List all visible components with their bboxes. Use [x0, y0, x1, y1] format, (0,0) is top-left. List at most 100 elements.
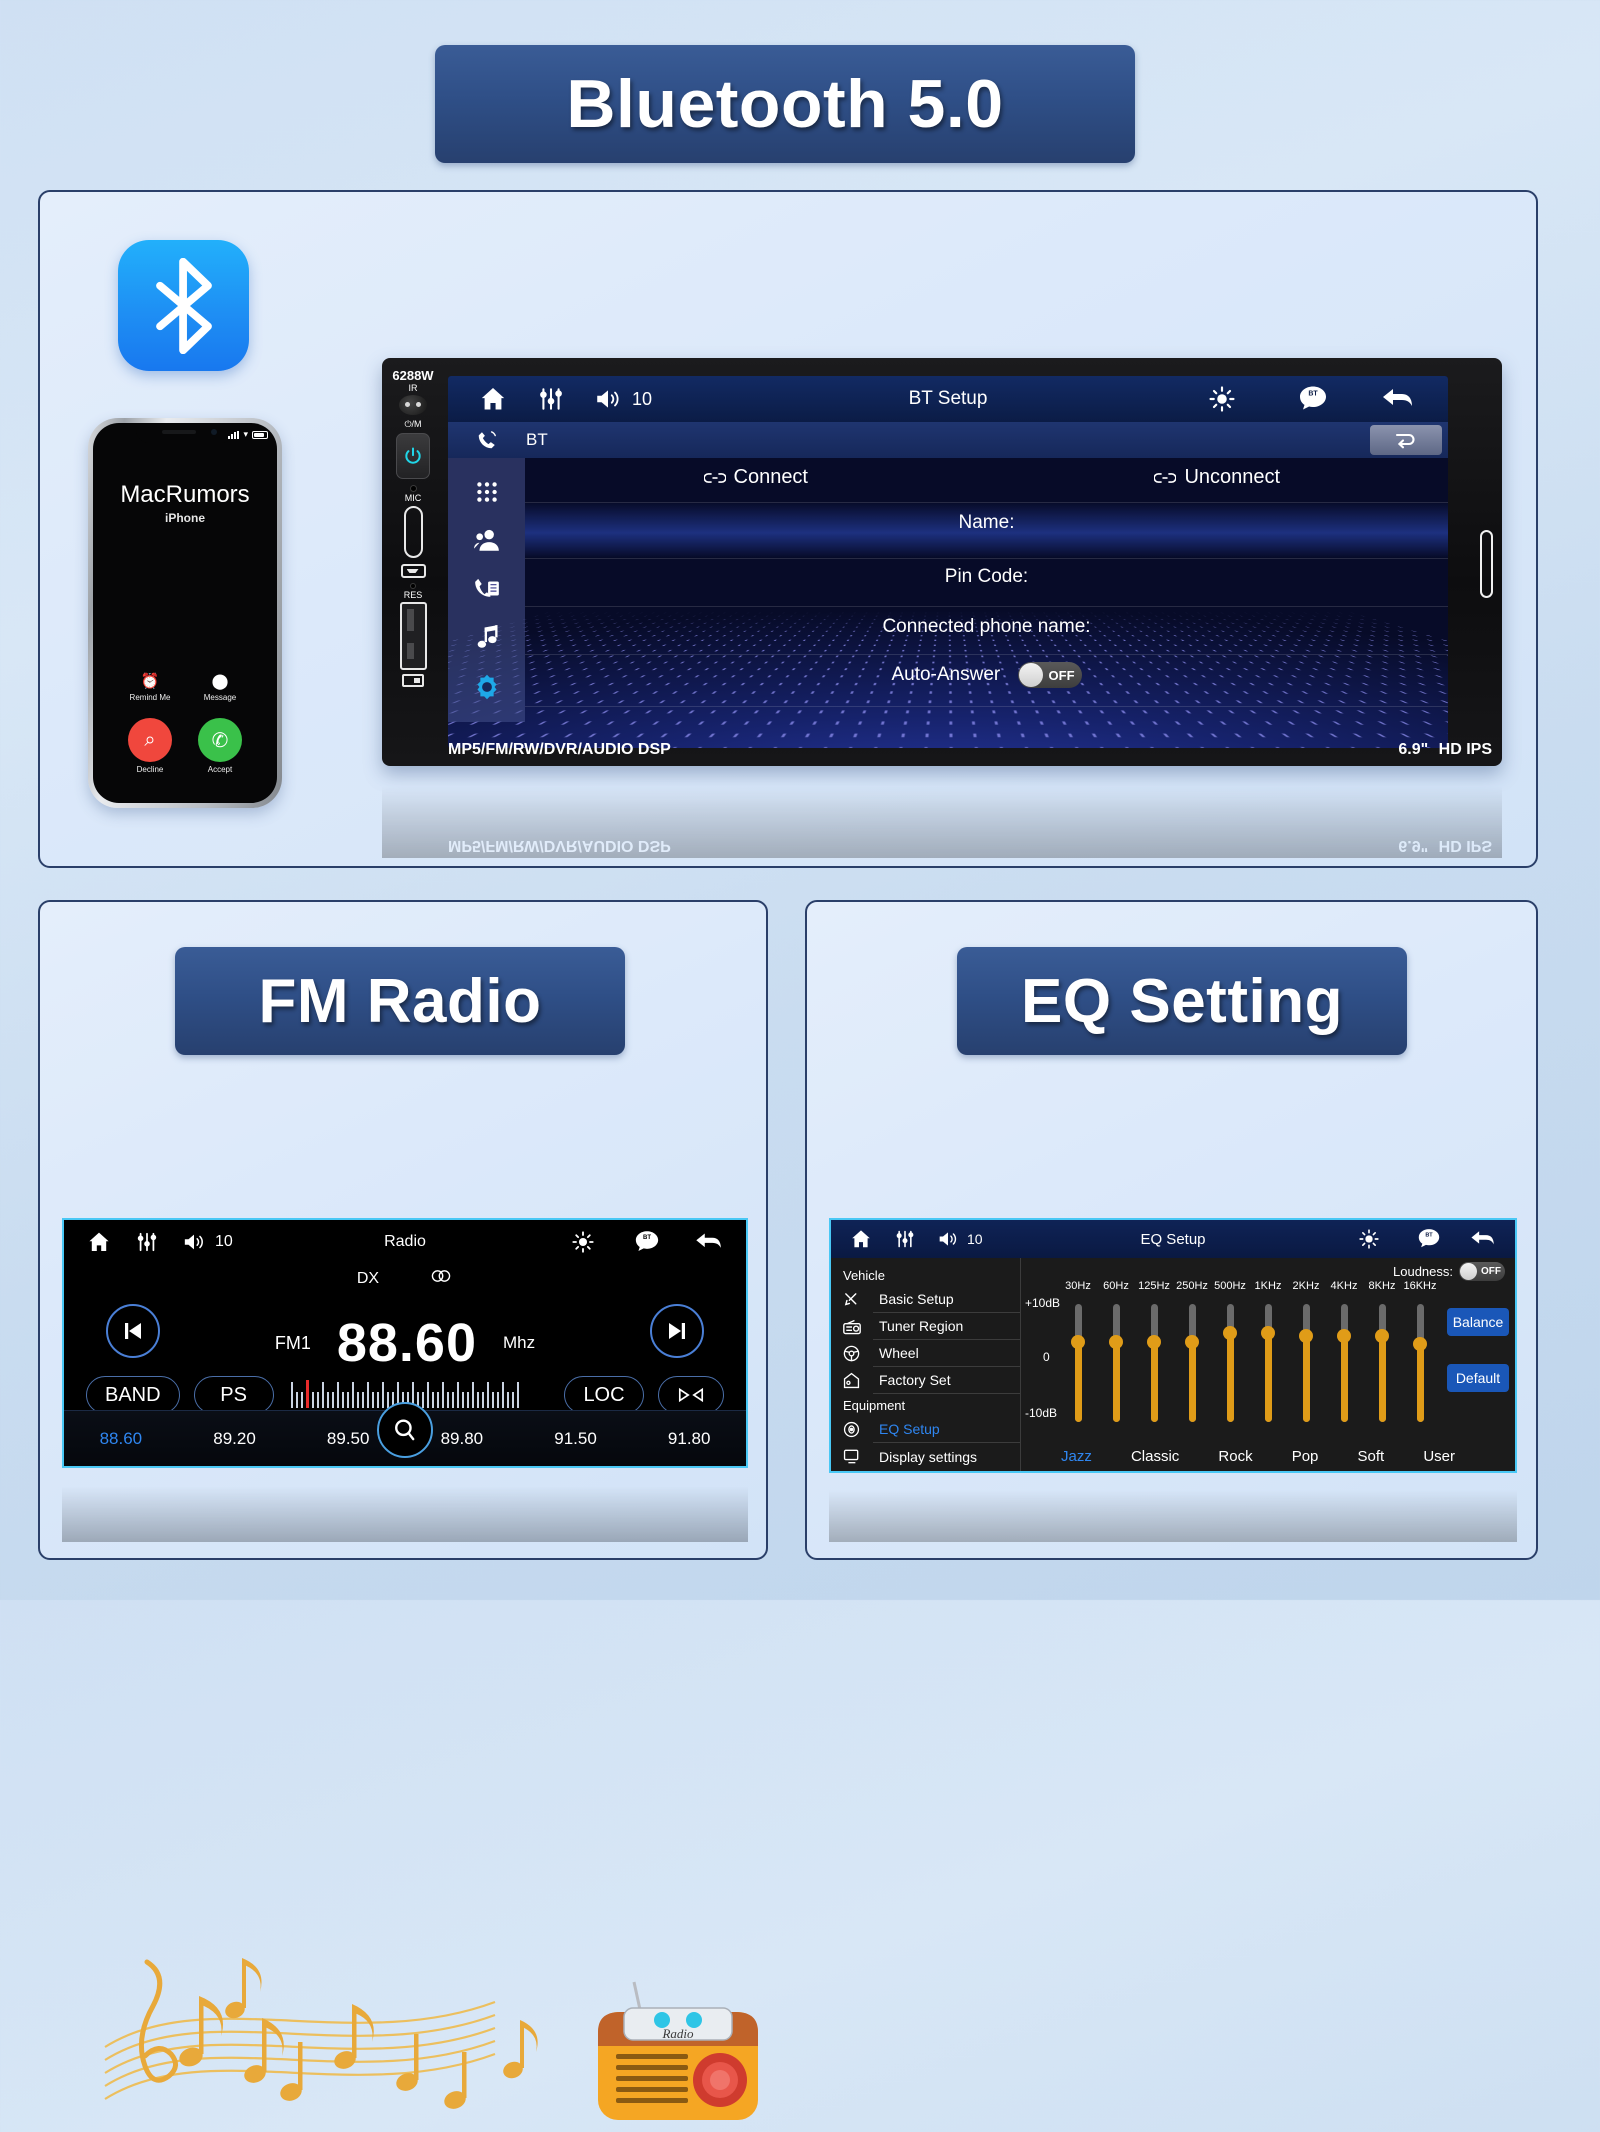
eq-band-knob[interactable]	[1071, 1335, 1085, 1349]
accept-label: Accept	[207, 765, 233, 774]
sidebar-item-wheel[interactable]: Wheel	[831, 1340, 1020, 1367]
eq-band-knob[interactable]	[1337, 1329, 1351, 1343]
fm-topbar: 10 Radio BT	[64, 1220, 746, 1264]
loudness-toggle[interactable]: OFF	[1459, 1262, 1505, 1281]
tuning-tick	[502, 1382, 504, 1408]
sidebar-item-basic-setup[interactable]: Basic Setup	[831, 1286, 1020, 1313]
sidebar-label-basic-setup: Basic Setup	[873, 1286, 1020, 1313]
brightness-icon[interactable]	[572, 1231, 594, 1253]
eq-band-label: 4KHz	[1330, 1280, 1358, 1292]
music-staff-illustration	[104, 1958, 538, 2109]
power-button[interactable]	[396, 433, 430, 479]
toggle-knob	[1018, 663, 1043, 687]
eq-band-250hz[interactable]: 250Hz	[1176, 1280, 1208, 1424]
brightness-icon[interactable]	[1209, 386, 1235, 412]
settings-gear-icon[interactable]	[473, 673, 501, 701]
connected-phone-name-label[interactable]: Connected phone name:	[525, 616, 1448, 638]
bt-badge-icon[interactable]: BT	[1417, 1228, 1441, 1250]
pin-code-field-label[interactable]: Pin Code:	[525, 566, 1448, 588]
band-button[interactable]: BAND	[86, 1376, 180, 1414]
bt-badge-icon[interactable]: BT	[1298, 385, 1328, 413]
return-arrow-icon[interactable]	[1370, 425, 1442, 455]
balance-button[interactable]: Balance	[1447, 1308, 1509, 1336]
svg-text:Radio: Radio	[661, 2026, 694, 2041]
area-scan-icon[interactable]	[658, 1376, 724, 1414]
wifi-icon: ▾	[243, 429, 248, 439]
fm-preset-1[interactable]: 88.60	[64, 1429, 178, 1449]
apps-grid-icon[interactable]	[474, 479, 500, 505]
ps-button[interactable]: PS	[193, 1376, 274, 1414]
eq-band-knob[interactable]	[1375, 1329, 1389, 1343]
eq-preset-pop[interactable]: Pop	[1292, 1448, 1319, 1465]
stereo-rings-icon[interactable]	[429, 1268, 453, 1289]
eq-band-1khz[interactable]: 1KHz	[1255, 1280, 1281, 1424]
default-button[interactable]: Default	[1447, 1364, 1509, 1392]
eq-band-knob[interactable]	[1261, 1326, 1275, 1340]
decline-call-icon[interactable]: ⌕	[128, 718, 172, 762]
eq-band-8khz[interactable]: 8KHz	[1369, 1280, 1395, 1424]
loudness-label: Loudness:	[1393, 1264, 1453, 1279]
eq-band-label: 30Hz	[1065, 1280, 1091, 1292]
fm-screen-reflection	[62, 1472, 748, 1542]
back-arrow-icon[interactable]	[1469, 1229, 1497, 1249]
sidebar-item-eq-setup[interactable]: EQ Setup	[831, 1416, 1020, 1443]
accept-call-icon[interactable]: ✆	[198, 718, 242, 762]
call-log-icon[interactable]	[473, 575, 501, 603]
eq-preset-jazz[interactable]: Jazz	[1061, 1448, 1092, 1465]
sidebar-item-tuner-region[interactable]: Tuner Region	[831, 1313, 1020, 1340]
eq-band-fill	[1416, 1344, 1424, 1422]
eq-band-knob[interactable]	[1223, 1326, 1237, 1340]
dx-label[interactable]: DX	[357, 1270, 379, 1288]
aux-slot-icon	[403, 506, 423, 558]
tuning-tick	[352, 1382, 354, 1408]
eq-setting-banner-text: EQ Setting	[1021, 966, 1343, 1036]
back-arrow-icon[interactable]	[694, 1231, 724, 1253]
loudness-state: OFF	[1481, 1266, 1501, 1277]
eq-setting-banner: EQ Setting	[957, 947, 1407, 1055]
eq-band-knob[interactable]	[1147, 1335, 1161, 1349]
eq-preset-user[interactable]: User	[1423, 1448, 1455, 1465]
search-icon[interactable]	[377, 1402, 433, 1458]
accept-call-option[interactable]: ✆ Accept	[185, 718, 255, 774]
eq-preset-rock[interactable]: Rock	[1218, 1448, 1252, 1465]
eq-band-knob[interactable]	[1413, 1337, 1427, 1351]
auto-answer-toggle[interactable]: OFF	[1017, 662, 1082, 688]
tuning-tick	[487, 1382, 489, 1408]
brightness-icon[interactable]	[1359, 1229, 1379, 1249]
eq-preset-soft[interactable]: Soft	[1358, 1448, 1385, 1465]
eq-band-fill	[1302, 1336, 1310, 1422]
eq-band-knob[interactable]	[1185, 1335, 1199, 1349]
eq-band-125hz[interactable]: 125Hz	[1138, 1280, 1170, 1424]
music-note-icon[interactable]	[473, 624, 501, 652]
fm-preset-5[interactable]: 91.50	[519, 1429, 633, 1449]
back-arrow-icon[interactable]	[1381, 386, 1415, 412]
fm-preset-2[interactable]: 89.20	[178, 1429, 292, 1449]
decline-call-option[interactable]: ⌕ Decline	[115, 718, 185, 774]
eq-preset-classic[interactable]: Classic	[1131, 1448, 1179, 1465]
contacts-icon[interactable]	[473, 526, 501, 554]
call-secondary-options: ⏰ Remind Me ⬤ Message	[93, 673, 277, 702]
unconnect-button[interactable]: Unconnect	[987, 466, 1449, 489]
eq-band-4khz[interactable]: 4KHz	[1330, 1280, 1358, 1424]
eq-band-30hz[interactable]: 30Hz	[1065, 1280, 1091, 1424]
remind-me-option[interactable]: ⏰ Remind Me	[115, 673, 185, 702]
eq-band-fill	[1074, 1342, 1082, 1422]
eq-band-60hz[interactable]: 60Hz	[1103, 1280, 1129, 1424]
sidebar-item-display-settings[interactable]: Display settings	[831, 1443, 1020, 1470]
tuning-tick	[327, 1392, 329, 1408]
eq-band-knob[interactable]	[1109, 1335, 1123, 1349]
eq-band-knob[interactable]	[1299, 1329, 1313, 1343]
eq-band-2khz[interactable]: 2KHz	[1293, 1280, 1319, 1424]
bt-badge-icon[interactable]: BT	[634, 1230, 660, 1254]
tuning-tick	[301, 1392, 303, 1408]
fm-preset-6[interactable]: 91.80	[632, 1429, 746, 1449]
sidebar-label-tuner-region: Tuner Region	[873, 1313, 1020, 1340]
stereo-side-button[interactable]	[1480, 530, 1493, 598]
name-field-label[interactable]: Name:	[525, 512, 1448, 534]
sidebar-item-factory-set[interactable]: Factory Set	[831, 1367, 1020, 1394]
message-option[interactable]: ⬤ Message	[185, 673, 255, 702]
eq-band-500hz[interactable]: 500Hz	[1214, 1280, 1246, 1424]
eq-band-16khz[interactable]: 16KHz	[1403, 1280, 1437, 1424]
loc-button[interactable]: LOC	[564, 1376, 644, 1414]
connect-button[interactable]: Connect	[525, 466, 987, 489]
